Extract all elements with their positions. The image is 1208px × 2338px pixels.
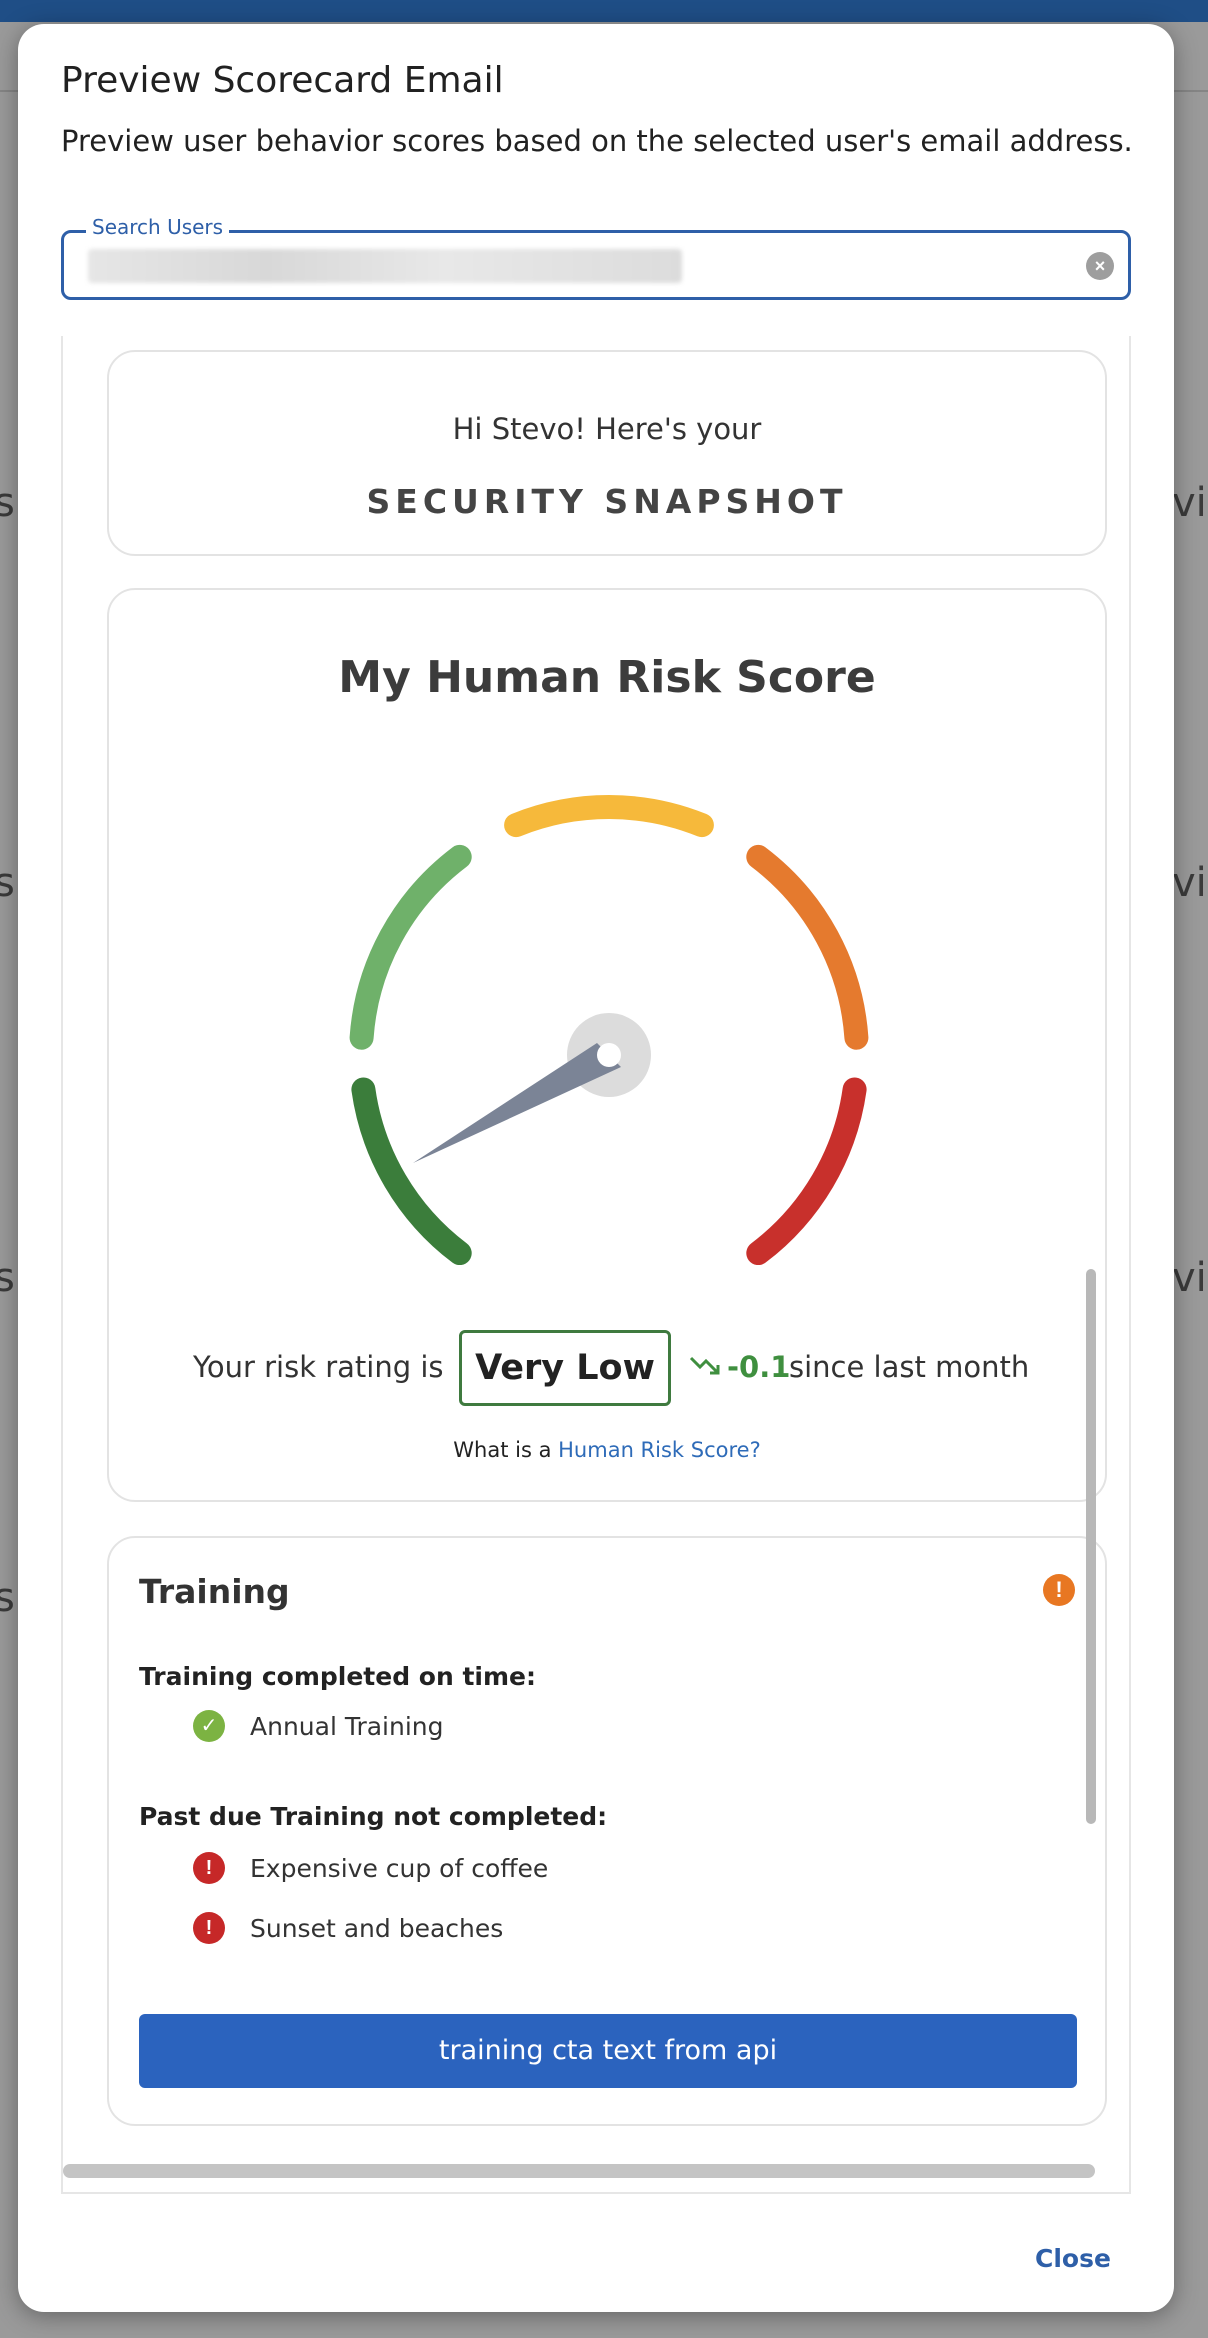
human-risk-score-link[interactable]: Human Risk Score?: [558, 1438, 761, 1462]
risk-rating-row: Your risk rating is Very Low -0.1 since …: [109, 1330, 1105, 1406]
background-divider: [1174, 90, 1208, 92]
gauge-needle: [413, 1043, 621, 1163]
gauge-segment-high: [746, 844, 869, 1050]
modal-title: Preview Scorecard Email: [61, 60, 504, 101]
search-users-input[interactable]: Search Users ×: [61, 215, 1131, 300]
gauge-needle-hub: [597, 1043, 621, 1067]
background-text-fragment: s: [0, 1575, 15, 1621]
training-item-name: Annual Training: [250, 1712, 444, 1741]
background-text-fragment: vi: [1172, 480, 1207, 526]
error-circle-icon: !: [193, 1912, 225, 1944]
background-text-fragment: s: [0, 860, 15, 906]
risk-rating-badge: Very Low: [459, 1330, 671, 1406]
greeting-text: Hi Stevo! Here's your: [452, 412, 762, 446]
gauge-segment-low: [349, 844, 472, 1050]
close-button[interactable]: Close: [1035, 2244, 1111, 2273]
risk-score-title: My Human Risk Score: [338, 652, 876, 703]
what-is-risk-score: What is a Human Risk Score?: [109, 1438, 1105, 1462]
risk-score-card: My Human Risk Score Your risk rating is …: [107, 588, 1107, 1502]
background-text-fragment: vi: [1172, 860, 1207, 906]
gauge-segment-very-high: [746, 1077, 867, 1265]
training-item-name: Expensive cup of coffee: [250, 1854, 549, 1883]
search-users-value[interactable]: [88, 249, 682, 283]
search-users-label: Search Users: [86, 215, 230, 239]
close-circle-icon[interactable]: ×: [1086, 252, 1114, 280]
risk-trend-value: -0.1: [727, 1350, 791, 1384]
what-is-prefix: What is a: [453, 1438, 552, 1462]
background-divider: [0, 90, 18, 92]
gauge-segment-very-low: [351, 1077, 472, 1265]
background-text-fragment: s: [0, 1255, 15, 1301]
vertical-scrollbar-track[interactable]: [1109, 336, 1129, 2192]
risk-gauge: [349, 795, 869, 1265]
check-circle-icon: ✓: [193, 1710, 225, 1742]
modal-subtitle: Preview user behavior scores based on th…: [61, 124, 1133, 158]
horizontal-scrollbar-thumb[interactable]: [63, 2164, 1095, 2178]
training-item-name: Sunset and beaches: [250, 1914, 504, 1943]
completed-training-label: Training completed on time:: [139, 1662, 537, 1691]
error-circle-icon: !: [193, 1852, 225, 1884]
past-due-training-label: Past due Training not completed:: [139, 1802, 608, 1831]
risk-trend-suffix: since last month: [789, 1350, 1030, 1384]
gauge-segment-medium: [504, 795, 714, 838]
greeting-card: Hi Stevo! Here's your SECURITY SNAPSHOT: [107, 350, 1107, 556]
background-text-fragment: s: [0, 480, 15, 526]
risk-rating-prefix: Your risk rating is: [193, 1350, 444, 1384]
background-text-fragment: vi: [1172, 1255, 1207, 1301]
trending-down-icon: [689, 1356, 720, 1375]
email-preview-pane[interactable]: Hi Stevo! Here's your SECURITY SNAPSHOT …: [61, 336, 1131, 2194]
security-snapshot-heading: SECURITY SNAPSHOT: [366, 482, 848, 521]
background-header-bar: [0, 0, 1208, 22]
vertical-scrollbar-thumb[interactable]: [1086, 1269, 1096, 1824]
warning-icon: !: [1043, 1574, 1075, 1606]
training-title: Training: [139, 1572, 290, 1611]
training-cta-button[interactable]: training cta text from api: [139, 2014, 1077, 2088]
training-card: Training ! Training completed on time: ✓…: [107, 1536, 1107, 2126]
preview-scorecard-modal: Preview Scorecard Email Preview user beh…: [18, 24, 1174, 2312]
